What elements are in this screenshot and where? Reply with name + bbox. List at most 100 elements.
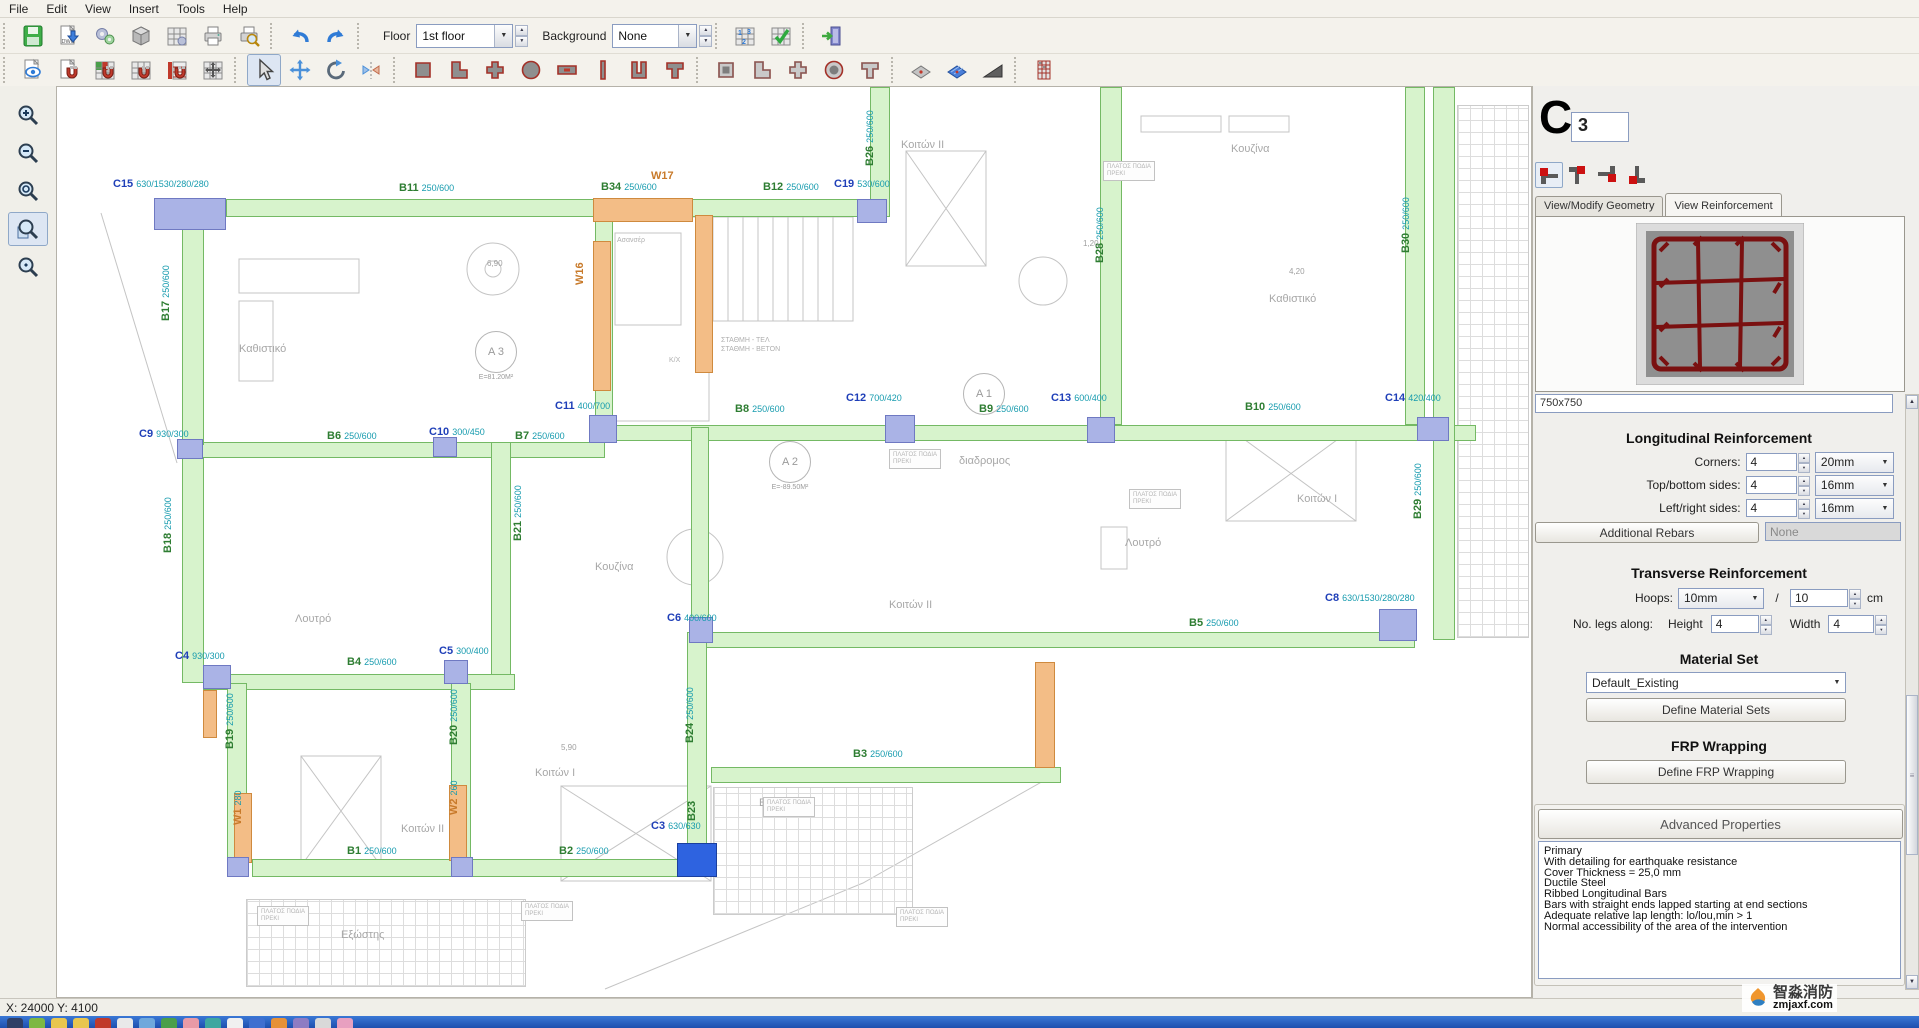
- beam[interactable]: [185, 442, 605, 458]
- import-dwg-icon[interactable]: DWG: [52, 20, 86, 52]
- rebar-diameter-select[interactable]: 20mm▼: [1815, 452, 1894, 473]
- masonry-wall[interactable]: [593, 198, 693, 222]
- taskbar-icon[interactable]: [271, 1018, 287, 1028]
- menu-help[interactable]: Help: [214, 1, 257, 17]
- mirror-icon[interactable]: [355, 54, 389, 86]
- panel-scrollbar[interactable]: ▲ ≡ ▼: [1905, 394, 1919, 990]
- chevron-down-icon[interactable]: ▼: [1877, 499, 1893, 518]
- zoom-window-icon[interactable]: [8, 212, 48, 246]
- taskbar-icon[interactable]: [29, 1018, 45, 1028]
- chevron-down-icon[interactable]: ▼: [1829, 673, 1845, 692]
- zoom-in-icon[interactable]: [8, 98, 48, 132]
- rebar-corner-1-icon[interactable]: [1535, 162, 1563, 188]
- dwg-snap-icon[interactable]: [52, 54, 86, 86]
- taskbar-icon[interactable]: [227, 1018, 243, 1028]
- beam[interactable]: [491, 442, 511, 682]
- column-number-input[interactable]: 3: [1571, 112, 1629, 142]
- print-icon[interactable]: [196, 20, 230, 52]
- jacket-rect-icon[interactable]: [709, 54, 743, 86]
- menu-edit[interactable]: Edit: [37, 1, 76, 17]
- taskbar-icon[interactable]: [7, 1018, 23, 1028]
- rebar-count-stepper[interactable]: ▲▼: [1798, 476, 1810, 494]
- taskbar-icon[interactable]: [183, 1018, 199, 1028]
- renumber-icon[interactable]: 132: [728, 20, 762, 52]
- taskbar-icon[interactable]: [51, 1018, 67, 1028]
- scroll-down-icon[interactable]: ▼: [1906, 975, 1918, 989]
- floor-plan-canvas[interactable]: C15630/1530/280/280B11250/600B34250/600W…: [56, 86, 1532, 998]
- rebar-count-stepper[interactable]: ▲▼: [1798, 453, 1810, 471]
- menu-insert[interactable]: Insert: [120, 1, 168, 17]
- zoom-previous-icon[interactable]: [8, 250, 48, 284]
- ramp-icon[interactable]: [976, 54, 1010, 86]
- jacket-circle-icon[interactable]: [817, 54, 851, 86]
- chevron-down-icon[interactable]: ▼: [1877, 476, 1893, 495]
- taskbar-icon[interactable]: [249, 1018, 265, 1028]
- hoops-diameter-select[interactable]: 10mm ▼: [1678, 588, 1764, 609]
- move-icon[interactable]: [283, 54, 317, 86]
- legs-width-input[interactable]: 4: [1828, 615, 1874, 633]
- menu-view[interactable]: View: [76, 1, 120, 17]
- masonry-wall[interactable]: [1035, 662, 1055, 768]
- chevron-down-icon[interactable]: ▼: [678, 25, 696, 47]
- rebar-count-input[interactable]: 4: [1746, 499, 1798, 517]
- column[interactable]: [1379, 609, 1417, 641]
- column[interactable]: [1417, 417, 1449, 441]
- column[interactable]: [154, 198, 226, 230]
- background-stepper[interactable]: ▲▼: [699, 25, 712, 47]
- define-frp-wrapping-button[interactable]: Define FRP Wrapping: [1586, 760, 1846, 784]
- taskbar-icon[interactable]: [95, 1018, 111, 1028]
- beam[interactable]: [693, 632, 1415, 648]
- wall-icon[interactable]: [586, 54, 620, 86]
- slab-joist-icon[interactable]: [940, 54, 974, 86]
- exit-icon[interactable]: [815, 20, 849, 52]
- beam[interactable]: [1433, 87, 1455, 640]
- tab-view-reinforcement[interactable]: View Reinforcement: [1665, 193, 1781, 216]
- column[interactable]: [589, 415, 617, 443]
- chevron-down-icon[interactable]: ▼: [494, 25, 512, 47]
- column[interactable]: [227, 857, 249, 877]
- grid-move-icon[interactable]: [196, 54, 230, 86]
- masonry-wall[interactable]: [695, 215, 713, 373]
- beam[interactable]: [601, 425, 1476, 441]
- selected-column-c3[interactable]: [677, 843, 717, 877]
- taskbar-icon[interactable]: [117, 1018, 133, 1028]
- column[interactable]: [1087, 417, 1115, 443]
- col-circle-icon[interactable]: [514, 54, 548, 86]
- background-select[interactable]: None ▼: [612, 24, 697, 48]
- rebar-diameter-select[interactable]: 16mm▼: [1815, 475, 1894, 496]
- masonry-wall[interactable]: [203, 690, 217, 738]
- taskbar-icon[interactable]: [205, 1018, 221, 1028]
- grid-edit-icon[interactable]: [160, 20, 194, 52]
- row-snap-icon[interactable]: [160, 54, 194, 86]
- column[interactable]: [857, 199, 887, 223]
- col-rect-icon[interactable]: [406, 54, 440, 86]
- undo-icon[interactable]: [283, 20, 317, 52]
- grid-snap-icon[interactable]: [124, 54, 158, 86]
- tab-view-modify-geometry[interactable]: View/Modify Geometry: [1535, 196, 1663, 216]
- rebar-count-input[interactable]: 4: [1746, 476, 1798, 494]
- col-cross-icon[interactable]: [478, 54, 512, 86]
- rebar-count-stepper[interactable]: ▲▼: [1798, 499, 1810, 517]
- rebar-count-input[interactable]: 4: [1746, 453, 1798, 471]
- hoops-spacing-stepper[interactable]: ▲▼: [1849, 589, 1861, 607]
- sec-u-icon[interactable]: [622, 54, 656, 86]
- beam[interactable]: [1405, 87, 1425, 425]
- beam[interactable]: [226, 199, 866, 217]
- define-material-sets-button[interactable]: Define Material Sets: [1586, 698, 1846, 722]
- additional-rebars-button[interactable]: Additional Rebars: [1535, 522, 1759, 543]
- column[interactable]: [444, 660, 468, 684]
- rebar-corner-4-icon[interactable]: [1622, 162, 1650, 188]
- taskbar-icon[interactable]: [73, 1018, 89, 1028]
- hoops-spacing-input[interactable]: 10: [1790, 589, 1848, 607]
- section-size-field[interactable]: 750x750: [1535, 394, 1893, 413]
- taskbar-icon[interactable]: [161, 1018, 177, 1028]
- legs-height-input[interactable]: 4: [1711, 615, 1759, 633]
- chevron-down-icon[interactable]: ▼: [1877, 453, 1893, 472]
- slab-icon[interactable]: [904, 54, 938, 86]
- material-set-select[interactable]: Default_Existing ▼: [1586, 672, 1846, 693]
- zoom-out-icon[interactable]: [8, 136, 48, 170]
- beam[interactable]: [711, 767, 1061, 783]
- legs-height-stepper[interactable]: ▲▼: [1760, 615, 1772, 633]
- chevron-down-icon[interactable]: ▼: [1747, 589, 1763, 608]
- menu-tools[interactable]: Tools: [168, 1, 214, 17]
